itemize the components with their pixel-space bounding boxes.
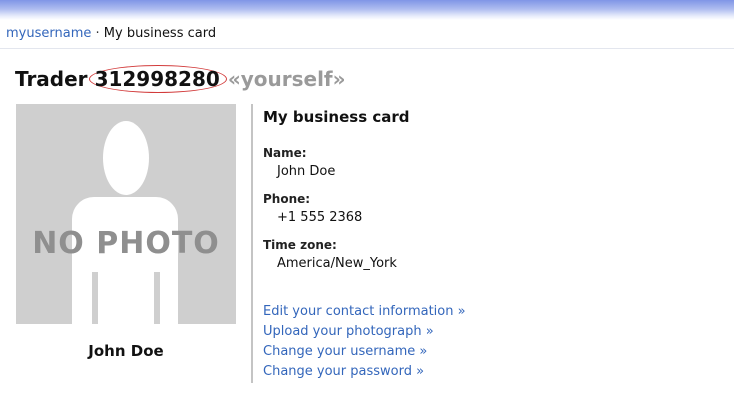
silhouette-head [103,121,149,195]
phone-label: Phone: [263,192,311,206]
profile-photo-placeholder: NO PHOTO [16,104,236,324]
name-label: Name: [263,146,307,160]
timezone-label: Time zone: [263,238,337,252]
breadcrumb-divider [0,48,734,49]
name-value: John Doe [277,164,336,179]
silhouette-arm-left [92,272,98,324]
business-card-title: My business card [263,108,410,126]
trader-id-highlight: 312998280 [88,65,227,93]
breadcrumb: myusername · My business card [6,26,216,41]
vertical-divider [251,104,253,383]
business-card: My business card Name: John Doe Phone: +… [263,108,410,284]
top-gradient-bar [0,0,734,20]
no-photo-label: NO PHOTO [32,226,220,261]
title-prefix: Trader [15,67,88,91]
breadcrumb-current: My business card [103,26,217,41]
yourself-tag: «yourself» [227,67,346,91]
change-password-link[interactable]: Change your password » [263,364,466,379]
silhouette-arm-right [154,272,160,324]
phone-value: +1 555 2368 [277,210,363,225]
trader-id: 312998280 [94,67,220,91]
timezone-value: America/New_York [277,256,397,271]
breadcrumb-username-link[interactable]: myusername [6,26,91,41]
action-links: Edit your contact information » Upload y… [263,304,466,384]
change-username-link[interactable]: Change your username » [263,344,466,359]
photo-caption-name: John Doe [88,342,164,360]
breadcrumb-separator: · [95,26,100,41]
page-title: Trader 312998280 «yourself» [15,65,346,93]
upload-photo-link[interactable]: Upload your photograph » [263,324,466,339]
edit-contact-link[interactable]: Edit your contact information » [263,304,466,319]
